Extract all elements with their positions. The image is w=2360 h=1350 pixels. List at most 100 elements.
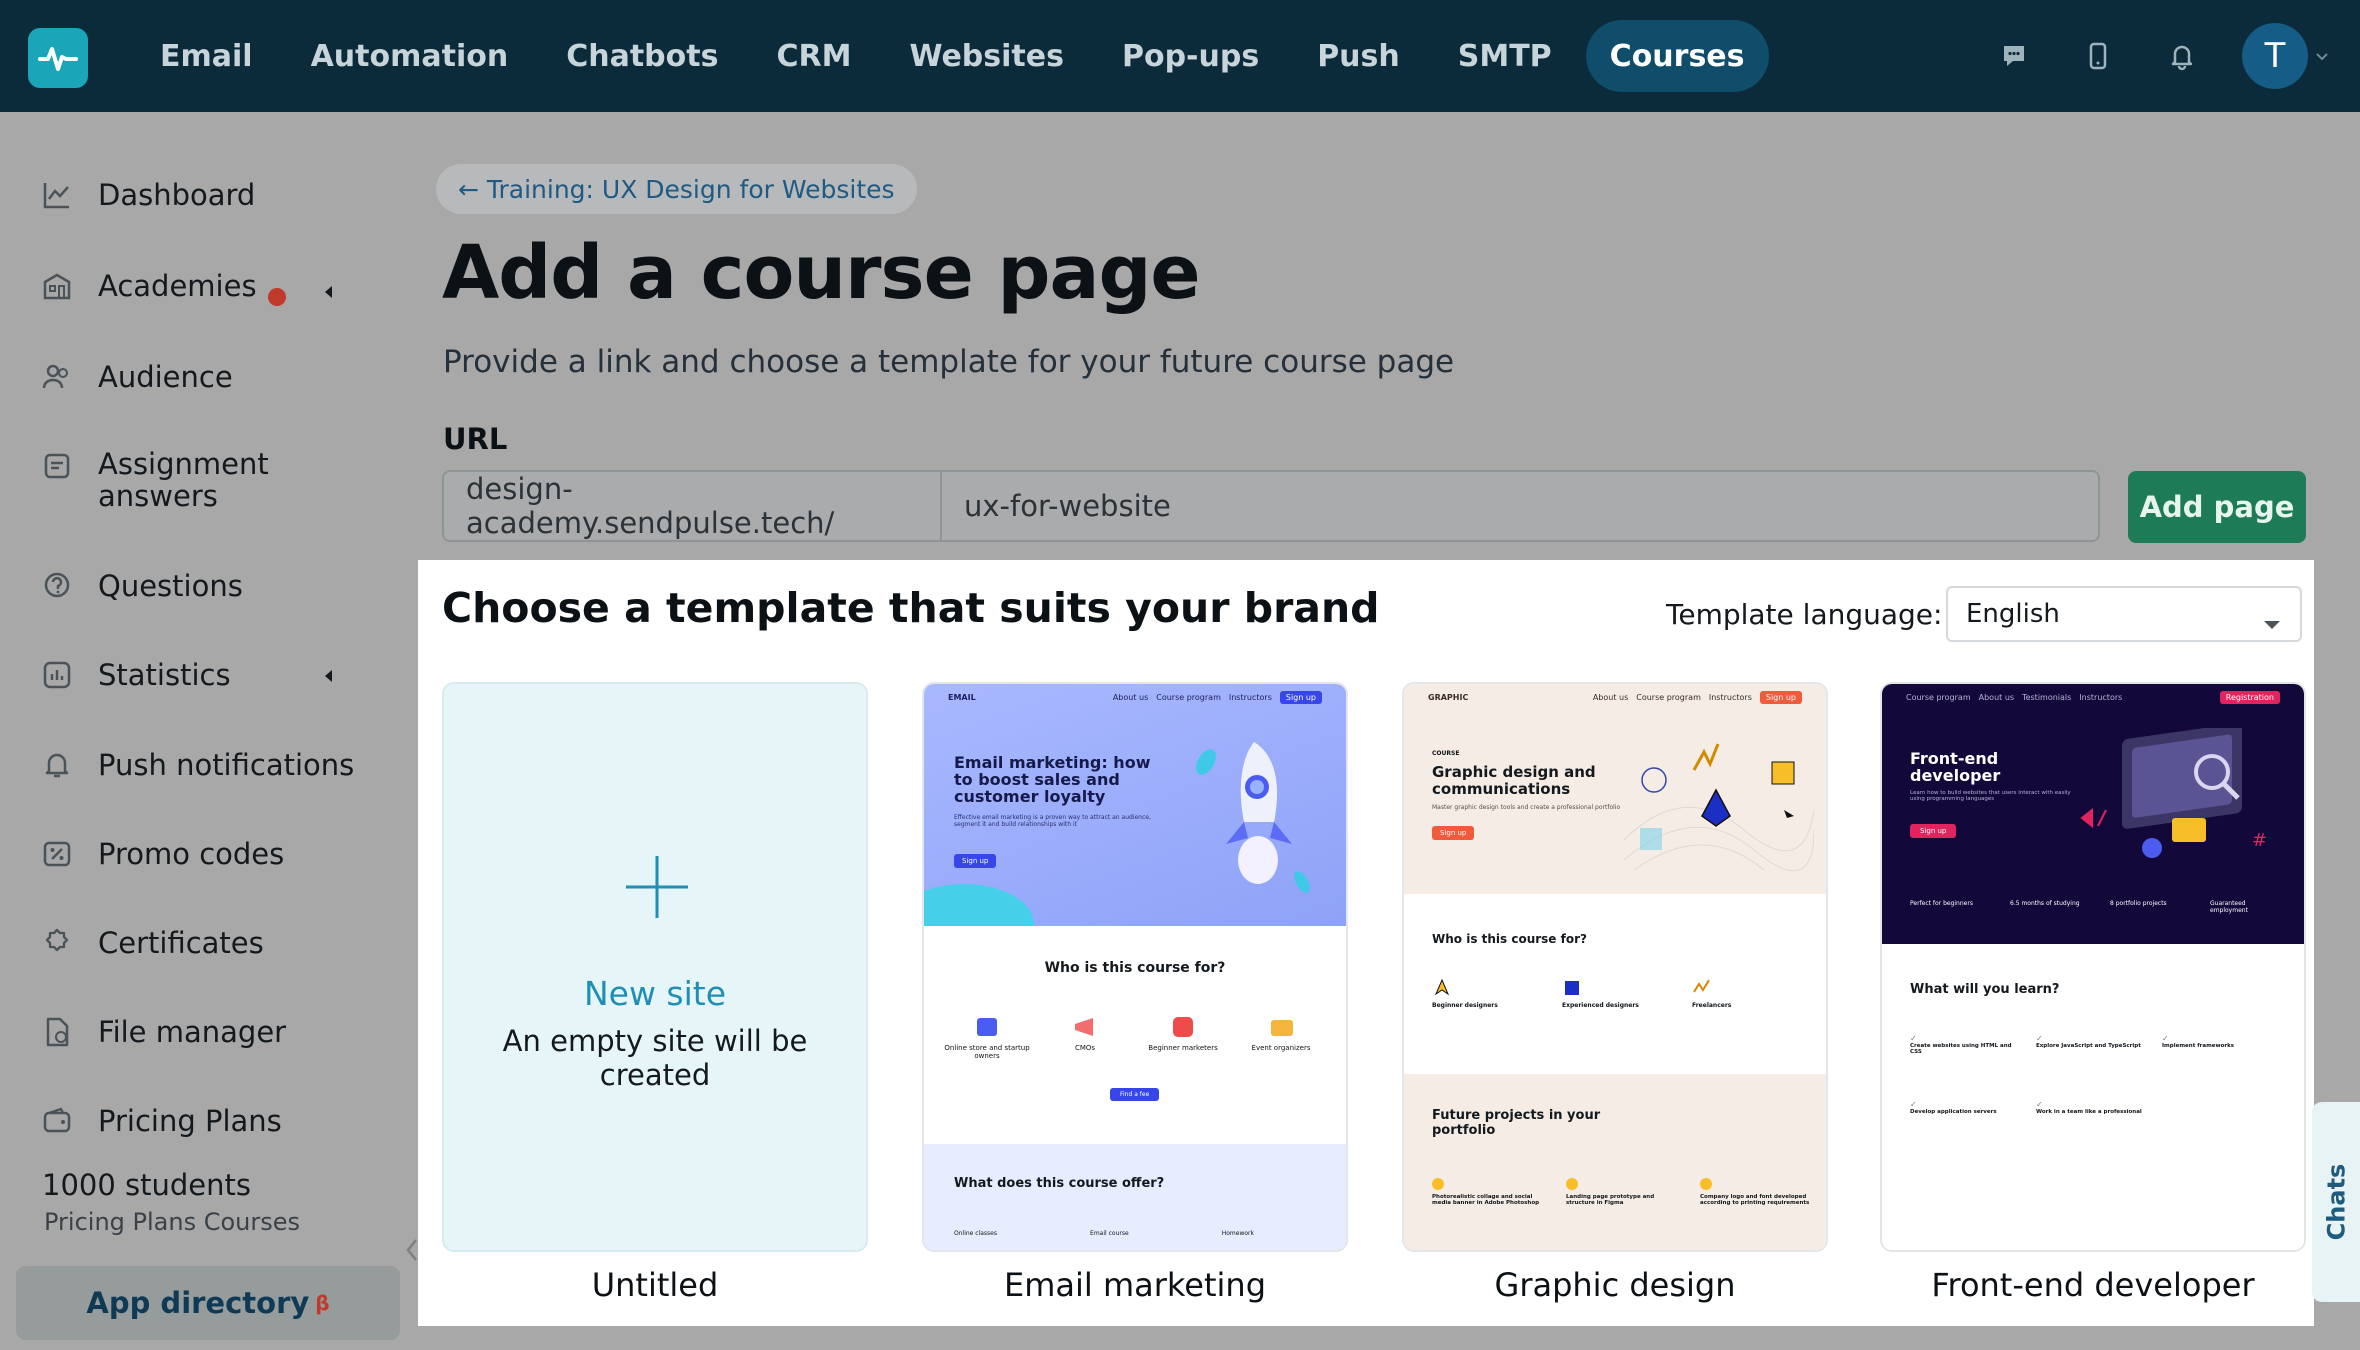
certificate-icon — [38, 924, 76, 962]
frontend-thumb-stats: Perfect for beginners 6.5 months of stud… — [1910, 900, 2280, 914]
graphic-thumb-nav-item: Course program — [1636, 692, 1701, 702]
graphic-thumb-project-item: Landing page prototype and structure in … — [1566, 1178, 1678, 1206]
page-subtitle: Provide a link and choose a template for… — [443, 344, 1455, 380]
frontend-thumb-learn-label: Create websites using HTML and CSS — [1910, 1043, 2012, 1055]
chat-icon[interactable] — [1978, 20, 2050, 92]
nav-push[interactable]: Push — [1293, 20, 1424, 92]
sidebar-item-audience[interactable]: Audience — [38, 358, 378, 396]
sidebar-item-assignment-answers[interactable]: Assignment answers — [38, 448, 378, 512]
email-thumb-nav-item: About us — [1112, 692, 1149, 702]
frontend-thumb-stat: 8 portfolio projects — [2110, 900, 2167, 907]
email-thumb-audience-item: Beginner marketers — [1140, 1014, 1226, 1060]
sidebar-item-file-manager[interactable]: File manager — [38, 1013, 378, 1051]
email-thumb-audiences: Online store and startup owners CMOs Beg… — [944, 1014, 1324, 1060]
email-thumb-brand: EMAIL — [948, 692, 976, 702]
nav-popups[interactable]: Pop-ups — [1098, 20, 1283, 92]
template-language-label: Template language: — [1666, 598, 1943, 631]
nav-websites[interactable]: Websites — [885, 20, 1088, 92]
email-thumb-cta2: Find a fee — [1110, 1088, 1160, 1101]
app-directory-button[interactable]: App directory β — [16, 1266, 400, 1340]
sidebar-item-label: Statistics — [98, 658, 231, 692]
email-thumb-offer: What does this course offer? — [954, 1176, 1165, 1191]
sidebar-item-label: File manager — [98, 1015, 287, 1049]
graphic-thumb-blurb: Master graphic design tools and create a… — [1432, 804, 1621, 811]
graphic-thumb-project-items: Photorealistic collage and social media … — [1432, 1178, 1812, 1206]
graphic-thumb-nav-item: Instructors — [1708, 692, 1752, 702]
frontend-thumb-learn-label: Explore JavaScript and TypeScript — [2036, 1043, 2141, 1049]
template-label-graphic-design: Graphic design — [1494, 1266, 1736, 1304]
question-icon — [38, 567, 76, 605]
users-icon — [38, 358, 76, 396]
main-nav: Email Automation Chatbots CRM Websites P… — [136, 20, 1779, 92]
template-language-value: English — [1966, 599, 2060, 629]
top-navigation-bar: Email Automation Chatbots CRM Websites P… — [0, 0, 2360, 112]
top-right-icons: T — [1966, 20, 2332, 92]
frontend-thumb-nav: Course program About us Testimonials Ins… — [1882, 684, 2304, 710]
sidebar-item-pricing-plans[interactable]: Pricing Plans — [38, 1102, 378, 1140]
sidebar-item-label: Pricing Plans — [98, 1104, 282, 1138]
nav-courses[interactable]: Courses — [1585, 20, 1769, 92]
graphic-thumb-project-item: Photorealistic collage and social media … — [1432, 1178, 1544, 1206]
caret-left-icon[interactable] — [322, 668, 336, 688]
new-site-subtitle: An empty site will be created — [502, 1024, 808, 1092]
template-card-email-marketing[interactable]: EMAIL About us Course program Instructor… — [922, 682, 1348, 1252]
nav-crm[interactable]: CRM — [752, 20, 875, 92]
graphic-thumb-projects: Future projects in your portfolio — [1432, 1108, 1601, 1138]
frontend-thumb-learn: What will you learn? — [1910, 982, 2060, 997]
chats-tab[interactable]: Chats — [2312, 1102, 2360, 1302]
sidebar-item-push-notifications[interactable]: Push notifications — [38, 746, 378, 784]
template-label-front-end-developer: Front-end developer — [1931, 1266, 2255, 1304]
pen-tool-illustration-icon — [1623, 720, 1815, 894]
sidebar-item-certificates[interactable]: Certificates — [38, 924, 378, 962]
frontend-thumb-learn-item: ✓ Create websites using HTML and CSS — [1910, 1034, 2036, 1100]
sidebar-item-promo-codes[interactable]: Promo codes — [38, 835, 378, 873]
template-language-select[interactable]: English — [1946, 586, 2302, 642]
frontend-thumb-learn-label: Implement frameworks — [2162, 1043, 2235, 1049]
caret-left-icon[interactable] — [322, 284, 336, 304]
frontend-thumb-nav-item: About us — [1978, 692, 2015, 702]
building-icon — [38, 267, 76, 305]
nav-chatbots[interactable]: Chatbots — [542, 20, 742, 92]
frontend-thumb-register: Registration — [2219, 690, 2280, 704]
nav-automation[interactable]: Automation — [287, 20, 533, 92]
nav-smtp[interactable]: SMTP — [1434, 20, 1576, 92]
sidebar-item-label: Assignment answers — [98, 447, 269, 513]
frontend-thumb-learn-item: ✓ Work in a team like a professional — [2036, 1100, 2162, 1166]
graphic-thumb-project-label: Photorealistic collage and social media … — [1432, 1194, 1540, 1206]
frontend-thumb-stat: Perfect for beginners — [1910, 900, 1973, 907]
graphic-thumb-audience-label: Freelancers — [1692, 1002, 1732, 1009]
chevron-down-icon[interactable] — [2312, 51, 2332, 61]
sidebar-item-label: Dashboard — [98, 178, 256, 212]
frontend-thumb-learn-label: Work in a team like a professional — [2036, 1109, 2142, 1115]
rocket-illustration-icon — [1184, 732, 1314, 906]
url-slug-input[interactable]: ux-for-website — [942, 472, 2098, 540]
sidebar-item-label: Certificates — [98, 926, 264, 960]
email-thumb-audience-item: Event organizers — [1238, 1014, 1324, 1060]
sidebar-item-questions[interactable]: Questions — [38, 567, 378, 605]
sidebar-item-dashboard[interactable]: Dashboard — [38, 176, 378, 214]
email-thumb-audience-label: CMOs — [1074, 1044, 1096, 1052]
user-avatar[interactable]: T — [2242, 23, 2308, 89]
email-thumb-offer-item: Email course — [1090, 1230, 1129, 1237]
svg-text:#: # — [2252, 830, 2267, 851]
assignment-icon — [38, 448, 76, 486]
add-page-button[interactable]: Add page — [2128, 471, 2306, 543]
email-thumb-audience-label: Beginner marketers — [1148, 1044, 1218, 1052]
template-card-graphic-design[interactable]: GRAPHIC About us Course program Instruct… — [1402, 682, 1828, 1252]
template-card-new-site[interactable]: New site An empty site will be created — [442, 682, 868, 1252]
mobile-icon[interactable] — [2062, 20, 2134, 92]
frontend-thumb-learn-items: ✓ Create websites using HTML and CSS ✓ Exp… — [1910, 1034, 2290, 1166]
email-thumb-offer-items: Online classes Email course Homework — [954, 1230, 1254, 1237]
frontend-thumb-nav-item: Course program — [1906, 692, 1971, 702]
graphic-thumb-who: Who is this course for? — [1432, 932, 1587, 946]
plus-icon — [624, 854, 690, 924]
template-card-front-end-developer[interactable]: Course program About us Testimonials Ins… — [1880, 682, 2306, 1252]
bell-icon[interactable] — [2146, 20, 2218, 92]
sendpulse-logo-icon[interactable] — [28, 28, 88, 88]
back-to-training-link[interactable]: ← Training: UX Design for Websites — [436, 164, 917, 214]
graphic-projects-section — [1404, 1074, 1826, 1250]
nav-email[interactable]: Email — [136, 20, 277, 92]
frontend-thumb-learn-item: ✓ Develop application servers — [1910, 1100, 2036, 1166]
template-panel: Choose a template that suits your brand … — [418, 560, 2314, 1326]
frontend-thumb-blurb: Learn how to build websites that users i… — [1910, 790, 2071, 802]
